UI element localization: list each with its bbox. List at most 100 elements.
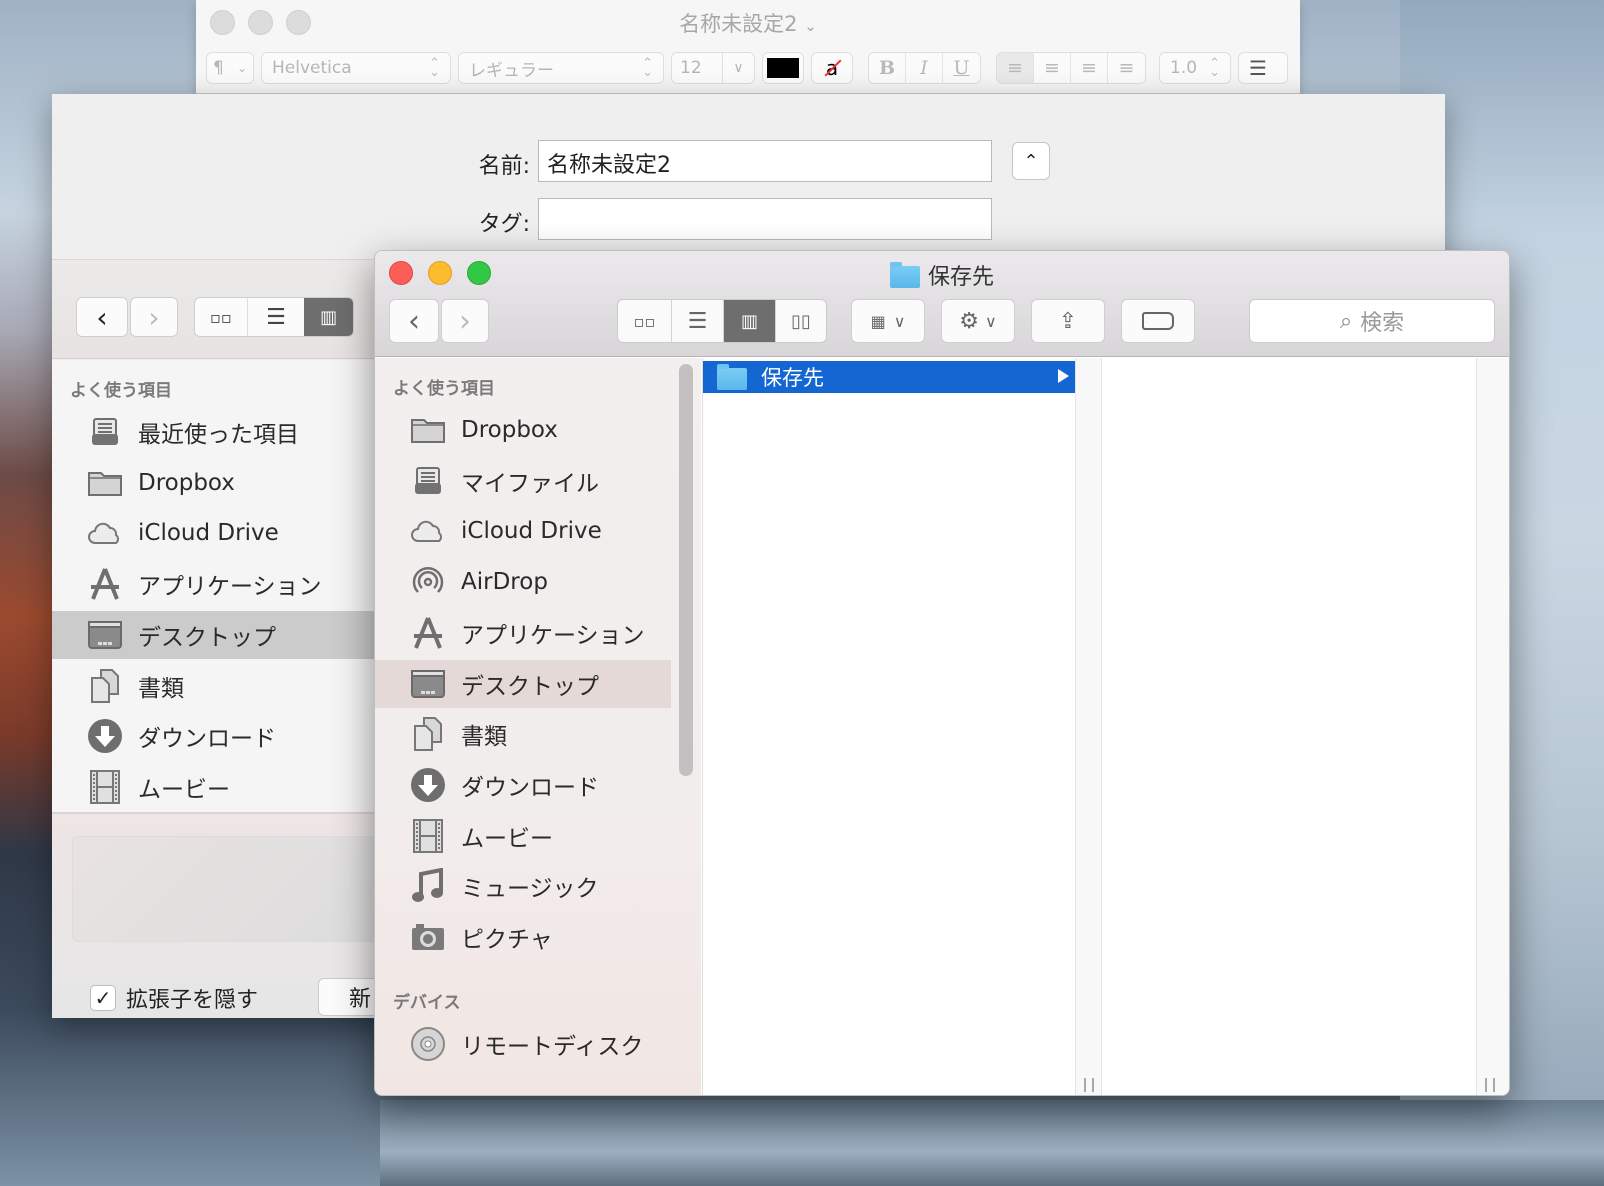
name-value: 名称未設定2: [547, 153, 671, 178]
sidebar-item[interactable]: ダウンロード: [375, 761, 671, 809]
list-popup[interactable]: ☰: [1238, 52, 1288, 84]
forward-button[interactable]: ›: [441, 299, 489, 343]
movies-icon: [409, 817, 447, 855]
sidebar-item[interactable]: リモートディスク: [375, 1020, 671, 1068]
chevron-right-icon: ›: [459, 303, 471, 339]
italic-button[interactable]: I: [906, 53, 943, 83]
search-placeholder: 検索: [1360, 311, 1405, 336]
sidebar-item-label: ダウンロード: [138, 726, 276, 753]
icon-view-button[interactable]: ▫▫: [195, 298, 248, 336]
sidebar-item-label: マイファイル: [461, 470, 599, 497]
sidebar-item-label: ダウンロード: [461, 774, 599, 801]
column-view-button[interactable]: ▥: [724, 300, 776, 342]
sidebar-item[interactable]: AirDrop: [375, 558, 671, 606]
sidebar-item[interactable]: デスクトップ: [52, 610, 382, 659]
sidebar-item[interactable]: 書類: [375, 710, 671, 758]
documents-icon: [86, 667, 124, 705]
cloud-icon: [409, 512, 447, 550]
sidebar-item[interactable]: 書類: [52, 662, 382, 710]
arrange-button[interactable]: ▦ ∨: [851, 299, 925, 343]
chevron-up-icon: ⌃: [1023, 150, 1039, 172]
back-button[interactable]: ‹: [76, 297, 128, 337]
action-button[interactable]: ⚙ ∨: [941, 299, 1015, 343]
sidebar-item[interactable]: Dropbox: [375, 406, 671, 454]
chevron-down-icon[interactable]: ∨: [722, 53, 754, 83]
sidebar-item[interactable]: iCloud Drive: [52, 509, 382, 557]
collapse-button[interactable]: ⌃: [1012, 142, 1050, 180]
movies-icon: [86, 768, 124, 806]
sidebar-item[interactable]: デスクトップ: [375, 659, 671, 708]
all-my-files-icon: [409, 462, 447, 500]
line-spacing-popup[interactable]: 1.0 ⌃ ⌄: [1159, 52, 1231, 84]
sidebar-item-label: アプリケーション: [461, 622, 645, 649]
tags-label: タグ:: [478, 212, 530, 237]
column-resize-handle[interactable]: [1476, 358, 1509, 1095]
highlight-color-well[interactable]: a: [811, 52, 853, 84]
column-view-button[interactable]: ▥: [304, 298, 353, 336]
list-view-button[interactable]: ☰: [672, 300, 724, 342]
sidebar-item[interactable]: アプリケーション: [375, 609, 671, 657]
applications-icon: [409, 614, 447, 652]
align-right-button[interactable]: ≡: [1071, 53, 1108, 83]
sheet-lower-area: ✓ 拡張子を隠す 新: [52, 812, 398, 1018]
font-family-popup[interactable]: Helvetica ⌃ ⌄: [261, 52, 451, 84]
column-item-selected[interactable]: 保存先: [703, 361, 1075, 393]
name-field[interactable]: 名称未設定2: [538, 140, 992, 182]
tags-button[interactable]: [1121, 299, 1195, 343]
desktop-wallpaper-bottom: [380, 1100, 1604, 1186]
font-style-popup[interactable]: レギュラー ⌃ ⌄: [458, 52, 664, 84]
font-style-buttons: B I U: [868, 52, 981, 84]
color-swatch: [767, 58, 799, 78]
paragraph-style-popup[interactable]: ¶ ⌄: [206, 52, 254, 84]
sidebar-item[interactable]: ムービー: [375, 812, 671, 860]
list-view-button[interactable]: ☰: [248, 298, 305, 336]
align-center-button[interactable]: ≡: [1034, 53, 1071, 83]
window-title[interactable]: 名称未設定2 ⌄: [196, 8, 1300, 38]
back-button[interactable]: ‹: [389, 299, 439, 343]
sidebar-item[interactable]: ミュージック: [375, 862, 671, 910]
share-button[interactable]: ⇪: [1031, 299, 1105, 343]
sidebar-heading-favorites: よく使う項目: [70, 381, 172, 401]
textedit-window: 名称未設定2 ⌄ ¶⌄ Helvetica⌃⌄ レギュラー⌃⌄ 12∨ a B …: [196, 0, 1300, 94]
sidebar-item[interactable]: iCloud Drive: [375, 507, 671, 555]
finder-titlebar: 保存先 ‹ › ▫▫ ☰ ▥ ▯▯ ▦ ∨ ⚙ ∨ ⇪ ⌕ 検索: [375, 251, 1509, 357]
column-resize-handle[interactable]: [1075, 358, 1102, 1095]
chevron-left-icon: ‹: [408, 303, 420, 339]
text-color-well[interactable]: [762, 52, 804, 84]
cover-flow-button[interactable]: ▯▯: [776, 300, 826, 342]
icon-view-button[interactable]: ▫▫: [618, 300, 672, 342]
hide-extension-checkbox[interactable]: ✓ 拡張子を隠す: [90, 982, 258, 1014]
sidebar-item-label: リモートディスク: [461, 1034, 644, 1060]
sidebar-item-label: Dropbox: [461, 417, 558, 443]
remote-disc-icon: [409, 1025, 447, 1063]
tags-field[interactable]: [538, 198, 992, 240]
list-icon: ☰: [1249, 56, 1267, 80]
sidebar-item[interactable]: マイファイル: [375, 457, 671, 505]
font-style-value: レギュラー: [469, 60, 554, 81]
sidebar-item[interactable]: ピクチャ: [375, 913, 671, 961]
format-toolbar: ¶⌄ Helvetica ⌃⌄ レギュラー ⌃⌄ 12 ∨ a B I U ≡ ≡ ≡…: [206, 52, 1288, 84]
bold-button[interactable]: B: [869, 53, 906, 83]
checkbox[interactable]: ✓: [90, 985, 116, 1011]
sidebar-item[interactable]: 最近使った項目: [52, 408, 382, 456]
search-field[interactable]: ⌕ 検索: [1249, 299, 1495, 343]
chevron-down-icon: ∨: [893, 311, 906, 331]
font-size-combo[interactable]: 12 ∨: [671, 52, 755, 84]
underline-button[interactable]: U: [943, 53, 980, 83]
sidebar-item[interactable]: ムービー: [52, 763, 382, 811]
sidebar-item[interactable]: アプリケーション: [52, 560, 382, 608]
sidebar-item[interactable]: ダウンロード: [52, 712, 382, 760]
grip-icon: [1485, 1078, 1495, 1092]
applications-icon: [86, 565, 124, 603]
sidebar-item-label: ムービー: [461, 825, 553, 852]
view-mode-segmented: ▫▫ ☰ ▥: [194, 297, 354, 337]
justify-button[interactable]: ≡: [1108, 53, 1145, 83]
chevron-down-icon: ⌄: [804, 17, 817, 35]
sidebar-item-label: ピクチャ: [461, 927, 553, 953]
sidebar-item-label: デスクトップ: [461, 673, 599, 700]
sidebar-scrollbar[interactable]: [679, 364, 693, 776]
forward-button[interactable]: ›: [130, 297, 178, 337]
align-left-button[interactable]: ≡: [997, 53, 1034, 83]
desktop-icon: [86, 616, 124, 654]
sidebar-item[interactable]: Dropbox: [52, 459, 382, 507]
